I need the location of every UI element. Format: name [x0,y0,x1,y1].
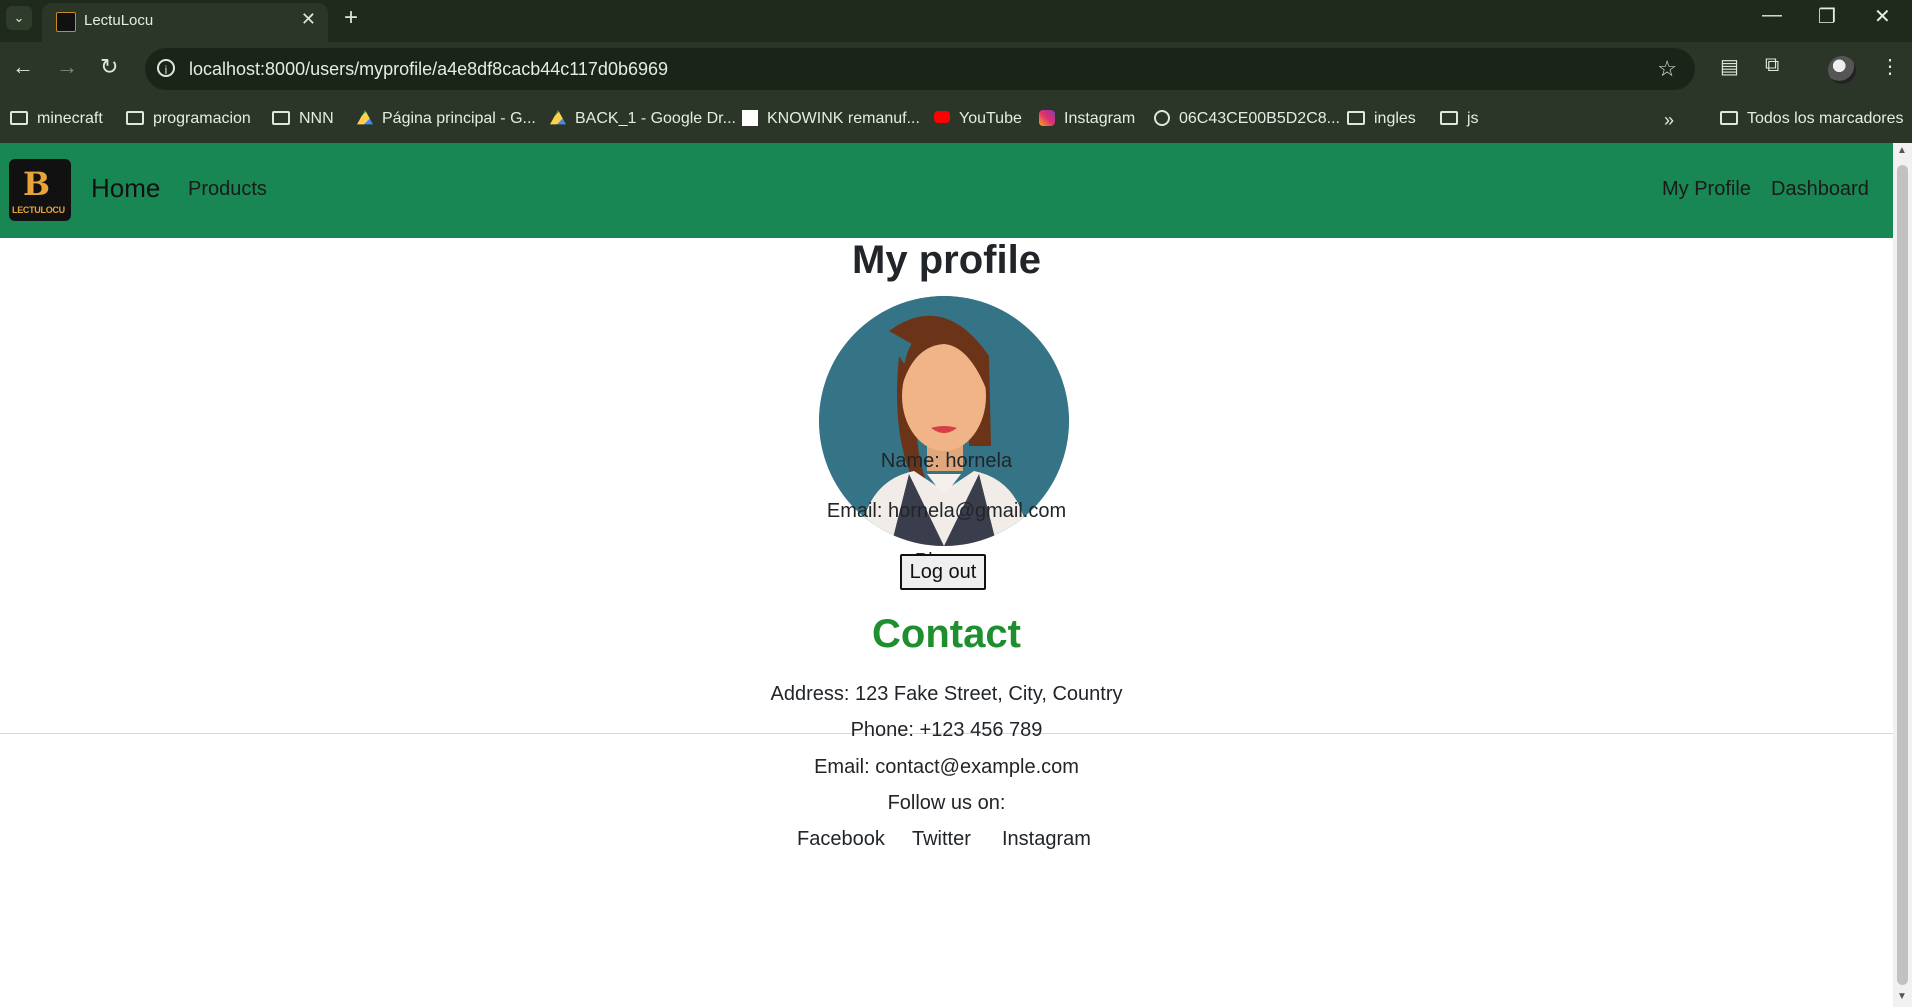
active-tab[interactable]: LectuLocu ✕ [42,3,328,42]
instagram-link[interactable]: Instagram [1002,828,1091,851]
bookmark-item[interactable]: js [1440,110,1479,128]
bookmark-item[interactable]: KNOWINK remanuf... [742,110,920,128]
twitter-link[interactable]: Twitter [912,828,971,851]
close-tab-icon[interactable]: ✕ [301,9,316,30]
scroll-up-icon[interactable]: ▲ [1897,145,1907,156]
profile-email: Email: hornela@gmail.com [826,500,1067,522]
nav-my-profile-link[interactable]: My Profile [1662,178,1751,201]
new-tab-icon[interactable]: + [344,4,358,32]
youtube-icon [934,111,950,123]
more-bookmarks-icon[interactable]: » [1664,110,1674,131]
extensions-icon[interactable]: ⧉ [1765,54,1779,77]
lectulocu-logo[interactable]: B LECTULOCU [9,159,71,221]
site-info-icon[interactable]: i [157,59,175,77]
logout-button[interactable]: Log out [900,554,986,590]
google-drive-icon [550,110,566,125]
url-text[interactable]: localhost:8000/users/myprofile/a4e8df8ca… [189,59,668,80]
contact-title: Contact [872,612,1021,656]
profile-avatar-icon[interactable] [1828,56,1856,84]
contact-email: Email: contact@example.com [814,756,1079,778]
minimize-icon[interactable]: — [1762,4,1782,27]
globe-icon [1154,110,1170,126]
bookmark-item[interactable]: ingles [1347,110,1416,128]
bookmark-item[interactable]: minecraft [10,110,103,128]
reading-mode-icon[interactable]: ▤ [1720,54,1739,79]
profile-name: Name: hornela [880,450,1013,472]
bookmark-item[interactable]: Instagram [1039,110,1135,128]
google-drive-icon [357,110,373,125]
folder-icon [10,111,28,125]
contact-phone: Phone: +123 456 789 [850,719,1043,741]
bookmark-item[interactable]: programacion [126,110,251,128]
home-link[interactable]: Home [91,173,160,204]
bookmark-item[interactable]: YouTube [934,110,1022,128]
forward-icon[interactable]: → [56,54,78,80]
bookmark-item[interactable]: BACK_1 - Google Dr... [550,110,736,128]
folder-icon [1720,111,1738,125]
page-scrollbar[interactable]: ▲ ▼ [1893,143,1912,1007]
close-window-icon[interactable]: ✕ [1874,4,1891,29]
tab-strip: ⌄ LectuLocu ✕ + — ❐ ✕ [0,0,1912,42]
facebook-link[interactable]: Facebook [797,828,885,851]
tab-title: LectuLocu [84,12,154,29]
folder-icon [1347,111,1365,125]
folder-icon [1440,111,1458,125]
all-bookmarks[interactable]: Todos los marcadores [1720,110,1904,128]
folder-icon [272,111,290,125]
site-navbar: B LECTULOCU Home Products My Profile Das… [0,143,1893,238]
page-title: My profile [852,238,1041,282]
browser-toolbar: ← → ↻ i localhost:8000/users/myprofile/a… [0,42,1912,100]
bookmark-item[interactable]: NNN [272,110,334,128]
folder-icon [126,111,144,125]
scroll-down-icon[interactable]: ▼ [1897,991,1907,1002]
reload-icon[interactable]: ↻ [100,54,118,80]
instagram-icon [1039,110,1055,126]
follow-us-label: Follow us on: [887,792,1006,814]
contact-address: Address: 123 Fake Street, City, Country [770,683,1123,705]
menu-icon[interactable]: ⋮ [1880,54,1900,79]
bookmarks-bar: minecraft programacion NNN Página princi… [0,100,1912,143]
address-bar[interactable]: i localhost:8000/users/myprofile/a4e8df8… [145,48,1695,90]
logo-text: LECTULOCU [12,205,65,215]
restore-icon[interactable]: ❐ [1818,4,1836,29]
tab-search-button[interactable]: ⌄ [6,6,32,30]
nav-products-link[interactable]: Products [188,178,267,201]
amazon-icon [742,110,758,126]
page-content: B LECTULOCU Home Products My Profile Das… [0,143,1893,1007]
bookmark-item[interactable]: Página principal - G... [357,110,536,128]
bookmark-star-icon[interactable]: ☆ [1657,56,1677,82]
lectulocu-favicon-icon [56,12,76,32]
back-icon[interactable]: ← [12,54,34,80]
bookmark-item[interactable]: 06C43CE00B5D2C8... [1154,110,1340,128]
nav-dashboard-link[interactable]: Dashboard [1771,178,1869,201]
logo-b-icon: B [23,165,51,203]
scrollbar-thumb[interactable] [1897,165,1908,985]
